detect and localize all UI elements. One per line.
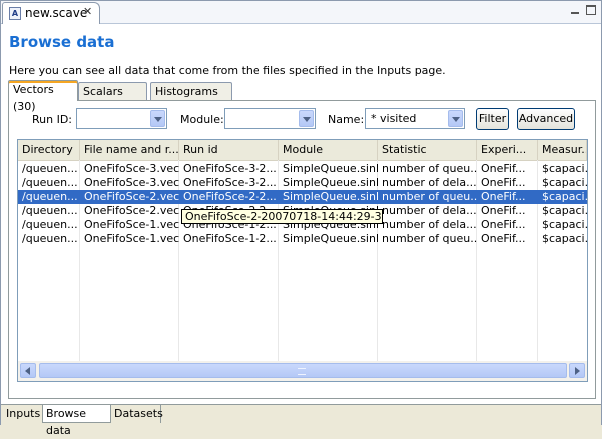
module-label: Module: [180,113,224,126]
cell-run-id: OneFifoSce-2-2... [183,190,277,203]
filter-button[interactable]: Filter [476,108,509,130]
column-header-statistic[interactable]: Statistic [378,140,477,160]
table-header: Directory File name and r... Run id Modu… [18,140,587,161]
file-tab-label: new.scave [25,6,88,20]
module-combo[interactable] [224,108,316,129]
cell-measurement: $capaci... [542,162,587,175]
run-id-combo[interactable] [76,108,167,129]
cell-module: SimpleQueue.sink [283,162,378,175]
cell-statistic: number of queu... [382,232,477,245]
name-label: Name: [328,113,365,126]
cell-measurement: $capaci... [542,232,587,245]
cell-statistic: number of dela... [382,176,477,189]
cell-file-name: OneFifoSce-3.vec [84,162,179,175]
cell-run-id: OneFifoSce-3-2... [183,162,277,175]
cell-statistic: number of queu... [382,190,477,203]
file-tab[interactable]: A new.scave ✕ [2,2,100,24]
cell-measurement: $capaci... [542,190,587,203]
close-icon[interactable]: ✕ [83,5,92,18]
browse-data-page: Browse data Here you can see all data th… [1,24,601,404]
cell-statistic: number of dela... [382,204,477,217]
page-title: Browse data [9,33,115,51]
editor-tab-bar: A new.scave ✕ [1,1,601,24]
column-header-run-id[interactable]: Run id [179,140,279,160]
cell-measurement: $capaci... [542,204,587,217]
cell-file-name: OneFifoSce-3.vec [84,176,179,189]
cell-directory: /queuen... [22,176,78,189]
cell-statistic: number of queu... [382,162,477,175]
cell-run-id: OneFifoSce-1-2... [183,232,277,245]
cell-directory: /queuen... [22,204,78,217]
cell-file-name: OneFifoSce-2.vec [84,190,179,203]
cell-directory: /queuen... [22,190,78,203]
cell-directory: /queuen... [22,218,78,231]
chevron-down-icon[interactable] [299,110,314,127]
run-id-label: Run ID: [32,113,73,126]
horizontal-scrollbar[interactable] [18,361,587,381]
chevron-down-icon[interactable] [150,110,165,127]
cell-experiment: OneFif... [481,190,526,203]
cell-module: SimpleQueue.sink [283,190,378,203]
cell-experiment: OneFif... [481,218,526,231]
cell-experiment: OneFif... [481,232,526,245]
editor-page-tabs: Inputs Browse data Datasets [1,404,601,437]
run-id-tooltip: OneFifoSce-2-20070718-14:44:29-3692 [181,209,383,224]
table-row[interactable]: /queuen... OneFifoSce-1.vec OneFifoSce-1… [18,232,587,246]
tab-browse-data[interactable]: Browse data [42,405,111,437]
cell-experiment: OneFif... [481,162,526,175]
table-row[interactable]: /queuen... OneFifoSce-3.vec OneFifoSce-3… [18,162,587,176]
cell-file-name: OneFifoSce-2.vec [84,204,179,217]
cell-file-name: OneFifoSce-1.vec [84,218,179,231]
minimize-icon[interactable] [570,5,580,15]
advanced-button[interactable]: Advanced [517,108,575,130]
cell-module: SimpleQueue.sink [283,176,378,189]
column-header-measurement[interactable]: Measur... [538,140,587,160]
cell-experiment: OneFif... [481,204,526,217]
chevron-down-icon[interactable] [448,110,463,127]
cell-experiment: OneFif... [481,176,526,189]
column-header-experiment[interactable]: Experi... [477,140,538,160]
cell-file-name: OneFifoSce-1.vec [84,232,179,245]
column-header-directory[interactable]: Directory [18,140,80,160]
cell-directory: /queuen... [22,162,78,175]
column-header-module[interactable]: Module [279,140,378,160]
scroll-right-icon[interactable] [569,363,585,378]
vectors-table[interactable]: Directory File name and r... Run id Modu… [17,139,588,382]
name-combo[interactable]: * visited [365,108,465,129]
scrollbar-thumb[interactable] [39,363,567,378]
tab-datasets[interactable]: Datasets [111,405,163,423]
cell-directory: /queuen... [22,232,78,245]
maximize-icon[interactable] [586,5,596,15]
tab-histograms[interactable]: Histograms (0) [150,82,232,115]
scroll-left-icon[interactable] [20,363,36,378]
file-scave-icon: A [9,7,21,20]
tab-vectors[interactable]: Vectors (30) [8,80,78,113]
cell-run-id: OneFifoSce-3-2... [183,176,277,189]
tab-scalars[interactable]: Scalars (27) [78,82,147,115]
cell-statistic: number of dela... [382,218,477,231]
table-row[interactable]: /queuen... OneFifoSce-3.vec OneFifoSce-3… [18,176,587,190]
name-value: * visited [371,112,417,125]
tab-inputs[interactable]: Inputs [3,405,43,423]
cell-module: SimpleQueue.sink [283,232,378,245]
column-header-file-name[interactable]: File name and r... [80,140,179,160]
cell-measurement: $capaci... [542,218,587,231]
editor-window: A new.scave ✕ Browse data Here you can s… [0,0,602,437]
table-row-selected[interactable]: /queuen... OneFifoSce-2.vec OneFifoSce-2… [18,190,587,204]
page-description: Here you can see all data that come from… [9,64,446,77]
cell-measurement: $capaci... [542,176,587,189]
